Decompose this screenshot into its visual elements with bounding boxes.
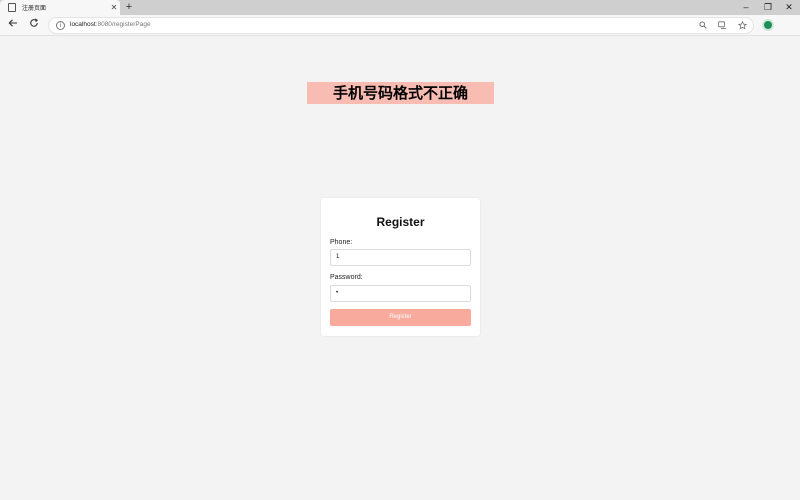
- profile-avatar-icon[interactable]: [762, 19, 774, 31]
- phone-label: Phone:: [330, 239, 353, 246]
- document-icon: [8, 3, 16, 12]
- register-button[interactable]: Register: [330, 309, 471, 326]
- tab-title: 注册页面: [22, 6, 47, 12]
- phone-input[interactable]: 1: [330, 249, 471, 266]
- browser-toolbar: i localhost:8080/registerPage: [0, 15, 800, 36]
- error-message: 手机号码格式不正确: [307, 82, 494, 104]
- browser-tab[interactable]: 注册页面 ✕: [0, 0, 120, 15]
- register-card: Register Phone: 1 Password: • Register: [321, 198, 480, 336]
- info-icon[interactable]: i: [56, 21, 65, 30]
- tab-bar: 注册页面 ✕ + – ❐ ✕: [0, 0, 800, 15]
- tab-close-icon[interactable]: ✕: [108, 3, 120, 12]
- window-close-button[interactable]: ✕: [777, 0, 800, 15]
- minimize-button[interactable]: –: [734, 0, 758, 15]
- search-icon[interactable]: [698, 21, 708, 31]
- back-arrow-icon[interactable]: [6, 18, 20, 32]
- read-aloud-icon[interactable]: [717, 21, 727, 31]
- url-path: :8080/registerPage: [95, 21, 151, 28]
- url-text[interactable]: localhost:8080/registerPage: [70, 21, 151, 28]
- url-host: localhost: [70, 21, 96, 28]
- address-bar[interactable]: i localhost:8080/registerPage: [48, 17, 754, 34]
- favorite-star-icon[interactable]: [737, 20, 747, 31]
- password-label: Password:: [330, 274, 363, 281]
- reload-icon[interactable]: [27, 18, 41, 32]
- new-tab-button[interactable]: +: [123, 1, 135, 13]
- password-input[interactable]: •: [330, 285, 471, 302]
- form-title: Register: [376, 215, 425, 229]
